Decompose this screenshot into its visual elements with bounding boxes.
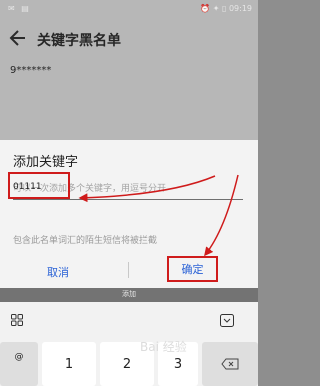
cancel-button[interactable]: 取消 <box>47 264 69 280</box>
status-icons-right: ⏰ ✦ ▯ 09:19 <box>200 4 252 13</box>
app-background: ✉ ▤ ⏰ ✦ ▯ 09:19 关键字黑名单 9******* <box>0 0 258 140</box>
back-arrow-icon[interactable] <box>9 28 27 48</box>
button-divider <box>128 262 129 278</box>
dialog-title: 添加关键字 <box>13 155 79 170</box>
key-symbol[interactable]: @ <box>0 342 38 386</box>
blacklist-entry[interactable]: 9******* <box>10 65 51 76</box>
status-bar: ✉ ▤ ⏰ ✦ ▯ 09:19 <box>0 0 258 20</box>
watermark: Bai 经验 <box>140 340 187 354</box>
add-keyword-dialog: 添加关键字 可以一次添加多个关键字，用逗号分开 <box>0 140 258 288</box>
grid-icon[interactable] <box>11 314 23 326</box>
app-bar: 关键字黑名单 <box>0 20 258 58</box>
keyboard-hide-icon[interactable] <box>220 314 234 327</box>
input-underline <box>13 199 243 200</box>
key-1[interactable]: 1 <box>42 342 96 386</box>
confirm-button[interactable]: 确定 <box>167 256 218 282</box>
status-icons-left: ✉ ▤ <box>8 4 31 13</box>
backspace-icon <box>221 358 239 370</box>
key-delete[interactable] <box>202 342 258 386</box>
keyword-input[interactable]: 01111 <box>13 182 42 192</box>
keyboard-action-bar: 添加 <box>0 288 258 302</box>
page-title: 关键字黑名单 <box>37 33 121 49</box>
dialog-description: 包含此名单词汇的陌生短信将被拦截 <box>13 236 158 246</box>
keyboard: @ 1 2 3 <box>0 302 258 386</box>
keyboard-action-label: 添加 <box>122 290 136 298</box>
